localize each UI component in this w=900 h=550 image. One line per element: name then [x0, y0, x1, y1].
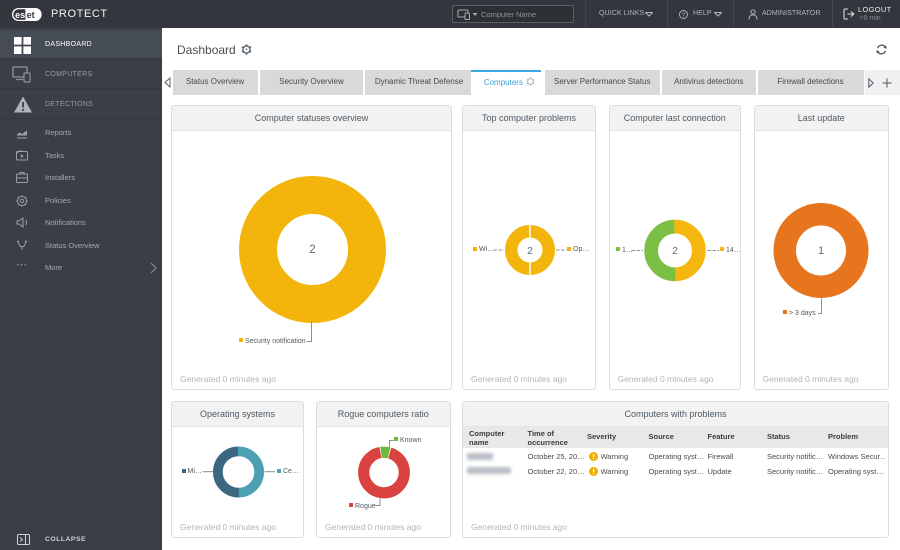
svg-text:?: ?: [682, 12, 686, 19]
svg-text:es: es: [15, 10, 25, 20]
svg-text:et: et: [27, 10, 35, 20]
